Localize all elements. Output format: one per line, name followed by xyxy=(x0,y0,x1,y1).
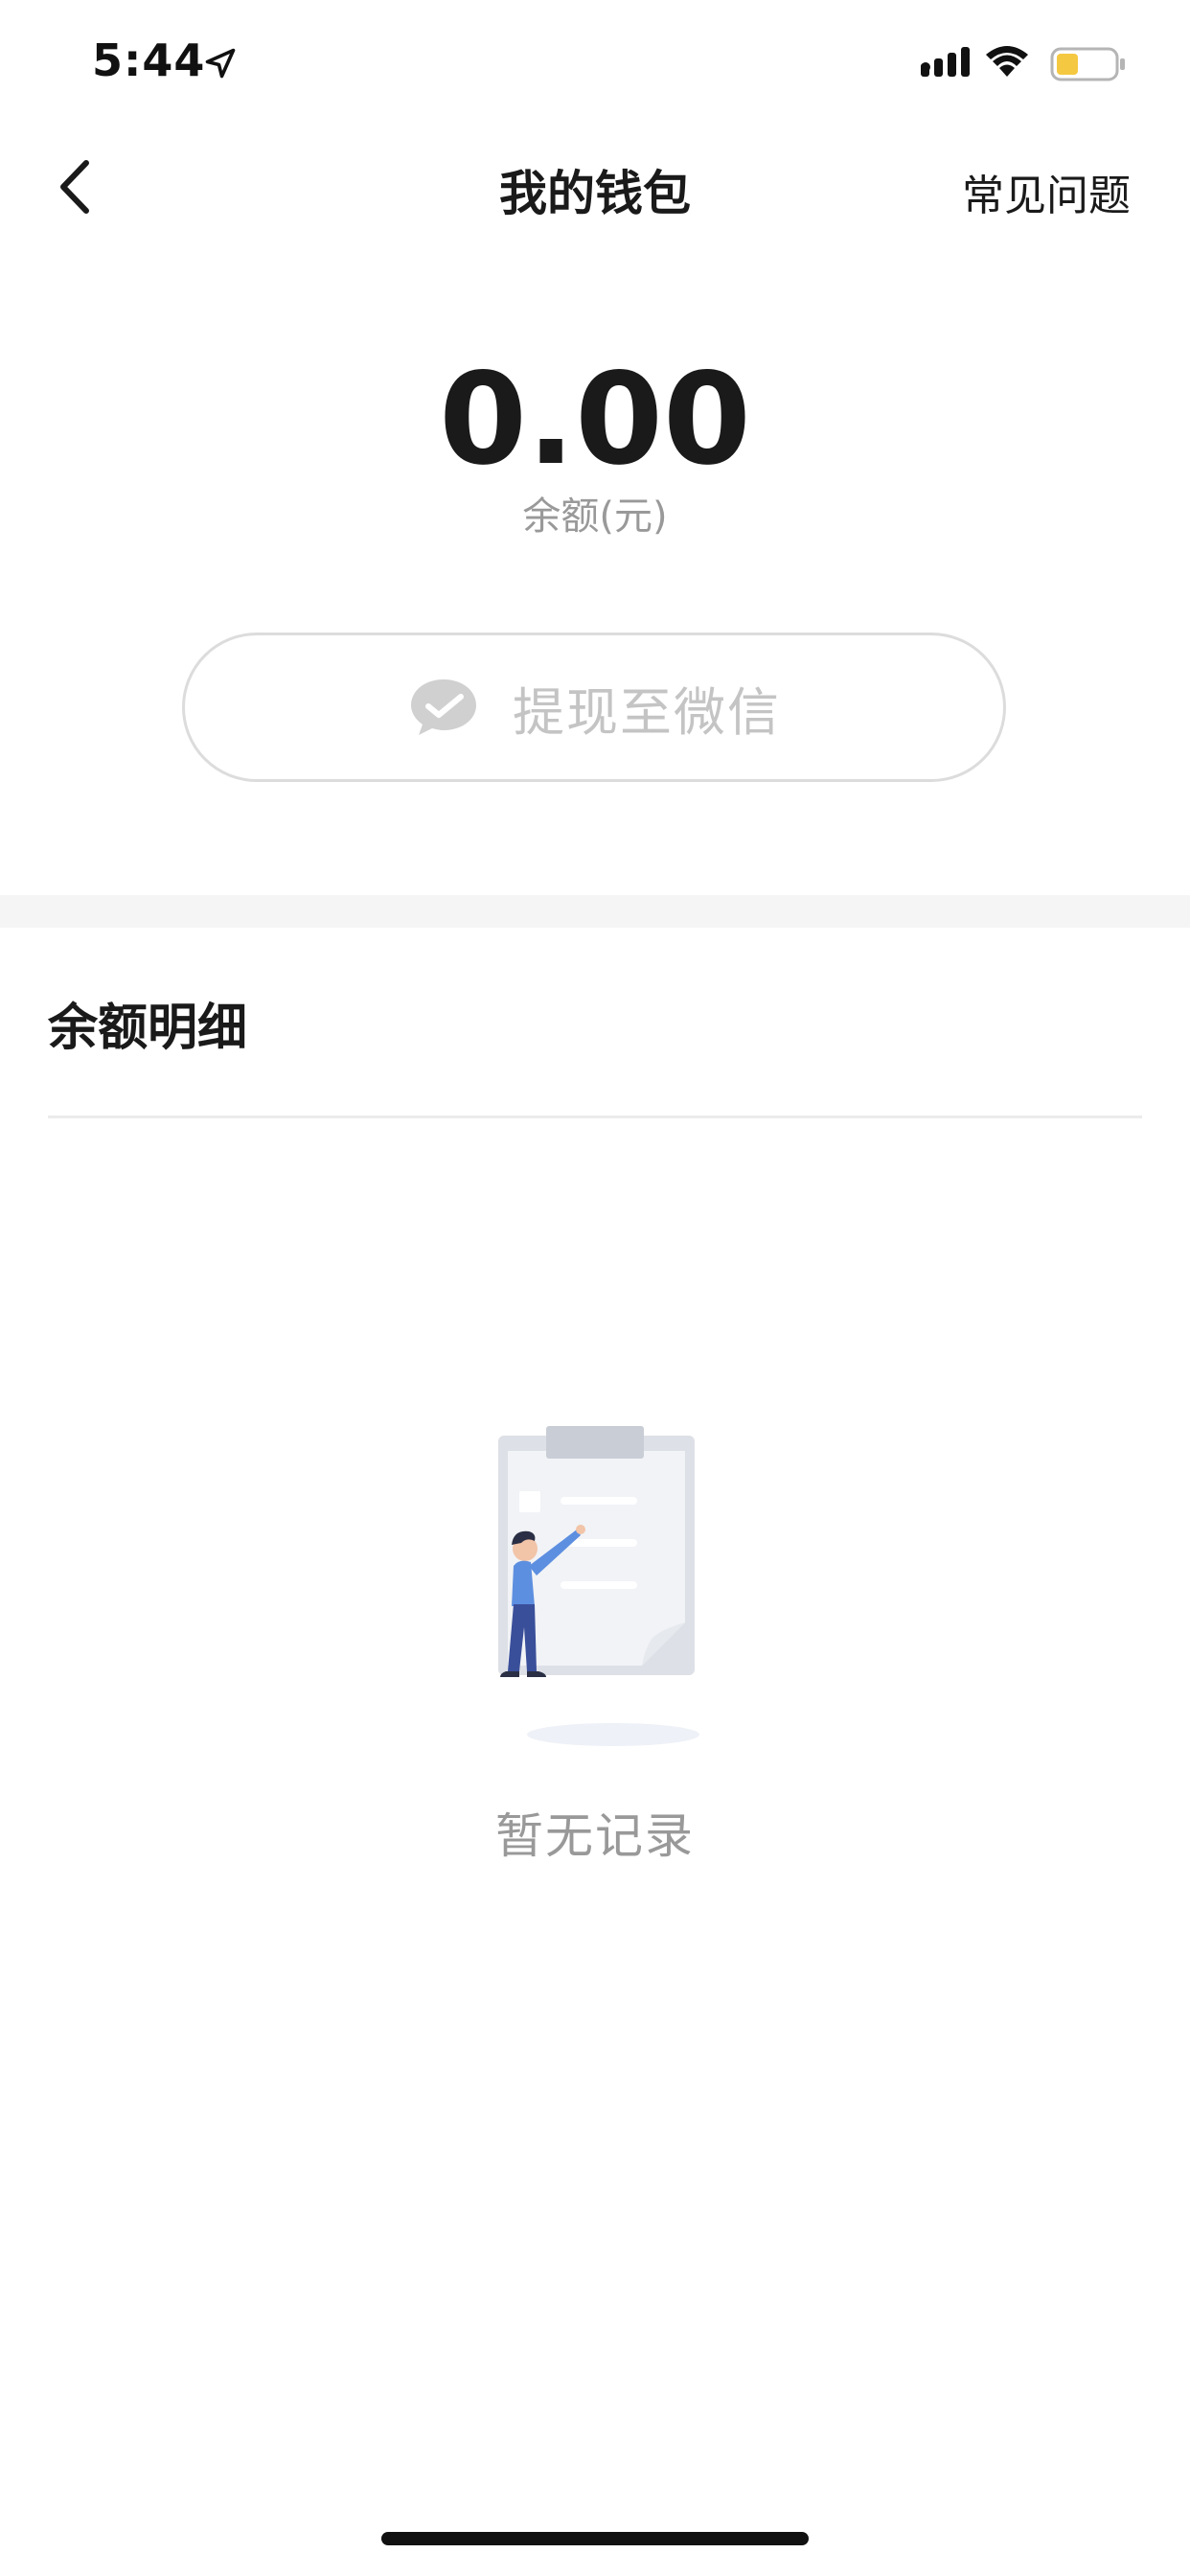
withdraw-button-label: 提现至微信 xyxy=(513,681,781,743)
details-divider xyxy=(48,1116,1142,1118)
location-arrow-icon xyxy=(205,48,236,79)
balance-amount: 0.00 xyxy=(439,346,751,494)
cellular-signal-icon xyxy=(921,47,970,77)
section-divider-band xyxy=(0,895,1190,928)
withdraw-to-wechat-button[interactable]: 提现至微信 xyxy=(182,632,1006,782)
wechat-icon xyxy=(411,679,476,735)
empty-state-text: 暂无记录 xyxy=(495,1808,695,1864)
balance-details-heading: 余额明细 xyxy=(48,1000,248,1057)
status-bar: 5:44 xyxy=(0,0,1190,126)
status-time: 5:44 xyxy=(92,34,206,86)
empty-records-illustration xyxy=(498,1426,699,1746)
wifi-icon xyxy=(986,46,1028,77)
battery-icon xyxy=(1050,47,1125,81)
balance-label: 余额(元) xyxy=(522,494,668,539)
nav-bar: 我的钱包 常见问题 xyxy=(0,126,1190,251)
faq-link[interactable]: 常见问题 xyxy=(962,161,1131,222)
home-indicator[interactable] xyxy=(381,2532,809,2545)
